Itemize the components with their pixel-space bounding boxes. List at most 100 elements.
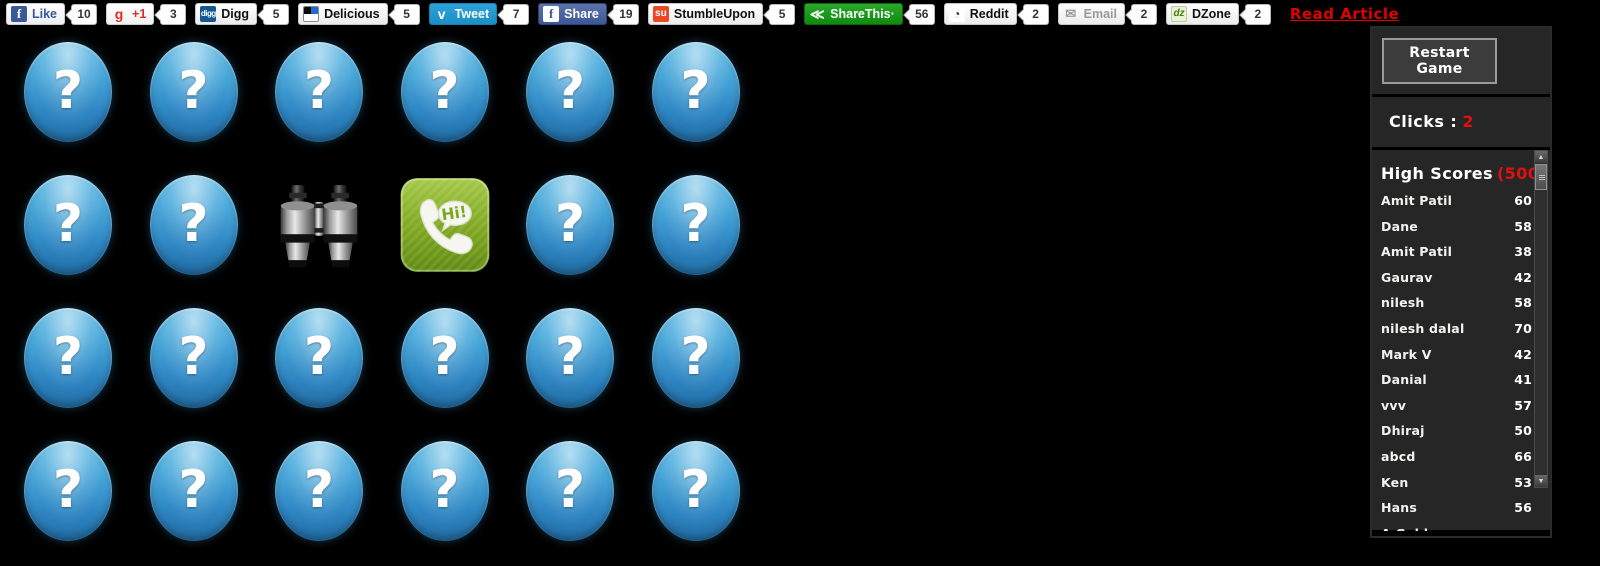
card-back-question-icon: ? <box>526 308 614 408</box>
memory-card-4[interactable]: ? <box>524 40 616 144</box>
stumbleupon-button[interactable]: su StumbleUpon <box>647 3 764 25</box>
memory-card-12[interactable]: ? <box>22 306 114 410</box>
facebook-share-button[interactable]: f Share <box>538 3 607 25</box>
memory-card-21[interactable]: ? <box>399 439 491 543</box>
score-value: 53 <box>1514 474 1532 490</box>
score-player-name: Ken <box>1381 474 1409 490</box>
memory-card-13[interactable]: ? <box>148 306 240 410</box>
score-player-name: Amit Patil <box>1381 244 1453 260</box>
memory-card-9[interactable]: Hi! <box>399 173 491 277</box>
score-value: 66 <box>1514 448 1532 464</box>
question-mark-glyph: ? <box>52 194 84 254</box>
high-scores-scrollbar[interactable]: ▲ ▼ <box>1534 150 1548 488</box>
card-back-question-icon: ? <box>651 441 740 541</box>
delicious-button[interactable]: Delicious <box>298 3 388 25</box>
question-mark-glyph: ? <box>52 327 84 387</box>
card-back-question-icon: ? <box>149 42 238 142</box>
score-row: Ken 53 <box>1381 475 1532 501</box>
score-row: Dane 58 <box>1381 219 1532 245</box>
delicious-icon <box>303 6 320 22</box>
card-back-question-icon: ? <box>24 308 112 408</box>
restart-game-button[interactable]: Restart Game <box>1382 38 1497 84</box>
share-group-twitter-tweet: ᴠ Tweet 7 <box>428 2 530 26</box>
dzone-label: DZone <box>1192 7 1231 21</box>
memory-card-10[interactable]: ? <box>524 173 616 277</box>
memory-card-5[interactable]: ? <box>650 40 742 144</box>
question-mark-glyph: ? <box>303 460 335 520</box>
email-button[interactable]: ✉ Email <box>1057 3 1125 25</box>
digg-button[interactable]: digg Digg <box>195 3 258 25</box>
memory-game-board: ???????? Hi! ? ? ? ? ? ? ? ? ? ? ? ? ? ? <box>0 28 780 566</box>
share-group-sharethis: ≪ ShareThis· 56 <box>804 2 935 26</box>
svg-text:Hi!: Hi! <box>440 203 468 224</box>
memory-card-1[interactable]: ? <box>148 40 240 144</box>
card-back-question-icon: ? <box>651 42 740 142</box>
reddit-label: Reddit <box>969 7 1009 21</box>
clicks-value: 2 <box>1462 112 1474 131</box>
memory-card-7[interactable]: ? <box>148 173 240 277</box>
question-mark-glyph: ? <box>303 61 335 121</box>
question-mark-glyph: ? <box>680 61 711 121</box>
clicks-counter: Clicks :2 <box>1382 107 1540 137</box>
scrollbar-thumb[interactable] <box>1535 164 1547 190</box>
facebook-like-button[interactable]: f Like <box>6 3 66 25</box>
dzone-button[interactable]: dz DZone <box>1166 3 1239 25</box>
google-plus-button[interactable]: g +1 <box>106 3 155 25</box>
score-row: nilesh dalal 70 <box>1381 321 1532 347</box>
question-mark-glyph: ? <box>52 61 84 121</box>
score-row: vvv 57 <box>1381 398 1532 424</box>
score-player-name: abcd <box>1381 448 1416 464</box>
scroll-down-arrow-icon[interactable]: ▼ <box>1535 475 1547 487</box>
memory-card-17[interactable]: ? <box>650 306 742 410</box>
read-article-link[interactable]: Read Article <box>1290 5 1399 23</box>
scroll-up-arrow-icon[interactable]: ▲ <box>1535 151 1547 163</box>
card-back-question-icon: ? <box>24 441 112 541</box>
question-mark-glyph: ? <box>554 327 586 387</box>
question-mark-glyph: ? <box>429 61 460 121</box>
stumbleupon-count: 5 <box>769 3 796 25</box>
share-group-dzone: dz DZone 2 <box>1166 2 1271 26</box>
question-mark-glyph: ? <box>178 194 209 254</box>
memory-card-18[interactable]: ? <box>22 439 114 543</box>
question-mark-glyph: ? <box>303 327 335 387</box>
reddit-icon: ◔ <box>948 6 965 22</box>
memory-card-23[interactable]: ? <box>650 439 742 543</box>
score-value: 70 <box>1514 320 1532 336</box>
memory-card-22[interactable]: ? <box>524 439 616 543</box>
memory-card-20[interactable]: ? <box>273 439 365 543</box>
card-back-question-icon: ? <box>275 42 363 142</box>
question-mark-glyph: ? <box>554 61 586 121</box>
score-player-name: Danial <box>1381 372 1427 388</box>
card-back-question-icon: ? <box>275 441 363 541</box>
memory-card-8[interactable] <box>273 173 365 277</box>
dzone-count: 2 <box>1244 3 1271 25</box>
score-value: 41 <box>1514 372 1532 388</box>
memory-card-15[interactable]: ? <box>399 306 491 410</box>
email-label: Email <box>1083 7 1117 21</box>
high-scores-list[interactable]: Amit Patil 60 Dane 58 Amit Patil 38 Gaurav 42 ni… <box>1372 193 1550 531</box>
facebook-icon: f <box>543 6 560 22</box>
facebook-icon: f <box>11 6 27 22</box>
sharethis-button[interactable]: ≪ ShareThis· <box>804 3 903 25</box>
twitter-tweet-button[interactable]: ᴠ Tweet <box>428 3 498 25</box>
score-player-name: nilesh dalal <box>1381 320 1465 336</box>
score-row: Danial 41 <box>1381 372 1532 398</box>
share-group-facebook-like: f Like 10 <box>6 2 98 26</box>
facebook-share-label: Share <box>564 7 599 21</box>
card-back-question-icon: ? <box>526 441 614 541</box>
memory-card-2[interactable]: ? <box>273 40 365 144</box>
question-mark-glyph: ? <box>178 327 209 387</box>
question-mark-glyph: ? <box>680 194 711 254</box>
phone-chat-app-icon: Hi! <box>400 178 489 272</box>
digg-count: 5 <box>263 3 290 25</box>
memory-card-14[interactable]: ? <box>273 306 365 410</box>
high-scores-panel: High Scores (500) Amit Patil 60 Dane 58 Amit … <box>1372 150 1550 531</box>
score-value: 38 <box>1514 244 1532 260</box>
memory-card-16[interactable]: ? <box>524 306 616 410</box>
memory-card-6[interactable]: ? <box>22 173 114 277</box>
memory-card-11[interactable]: ? <box>650 173 742 277</box>
memory-card-19[interactable]: ? <box>148 439 240 543</box>
reddit-button[interactable]: ◔ Reddit <box>943 3 1017 25</box>
memory-card-0[interactable]: ? <box>22 40 114 144</box>
memory-card-3[interactable]: ? <box>399 40 491 144</box>
